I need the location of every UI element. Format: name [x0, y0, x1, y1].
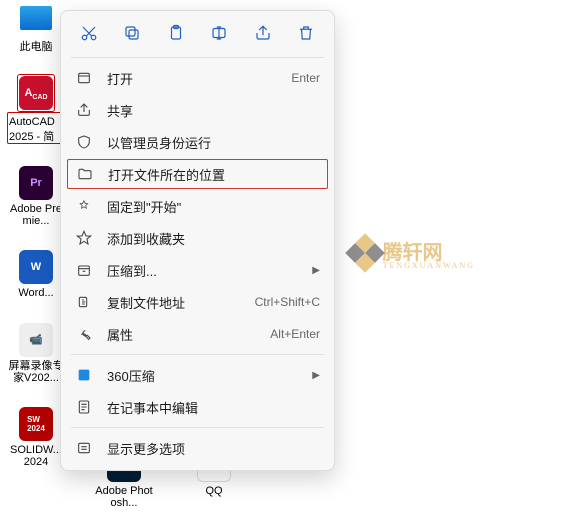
- menu-360-compress[interactable]: 360压缩 ▶: [61, 359, 334, 391]
- menu-label: 共享: [107, 101, 320, 120]
- menu-accel: Enter: [291, 71, 320, 85]
- menu-copy-path[interactable]: 复制文件地址 Ctrl+Shift+C: [61, 286, 334, 318]
- desktop-icon-label: AutoCAD 2025 - 简: [9, 116, 55, 143]
- delete-button[interactable]: [292, 19, 320, 47]
- share-icon: [75, 101, 93, 119]
- menu-compress-to[interactable]: 压缩到... ▶: [61, 254, 334, 286]
- context-menu: 打开 Enter 共享 以管理员身份运行 打开文件所在的位置 固定到"开始" 添…: [60, 10, 335, 471]
- notepad-icon: [75, 398, 93, 416]
- paste-button[interactable]: [162, 19, 190, 47]
- desktop-icon-word[interactable]: W Word...: [8, 249, 64, 299]
- menu-label: 显示更多选项: [107, 439, 320, 458]
- rename-button[interactable]: [205, 19, 233, 47]
- watermark-sub: TENGXUANWANG: [383, 261, 475, 270]
- watermark-name: 腾轩网: [383, 242, 443, 264]
- desktop-icon-label: Adobe Photosh...: [94, 485, 154, 509]
- screen-rec-icon: 📹: [18, 322, 54, 358]
- menu-label: 在记事本中编辑: [107, 398, 320, 417]
- separator: [71, 427, 324, 428]
- menu-add-to-favorites[interactable]: 添加到收藏夹: [61, 222, 334, 254]
- desktop-icon-screenrec[interactable]: 📹 屏幕录像专家V202...: [8, 322, 64, 384]
- menu-label: 复制文件地址: [107, 293, 241, 312]
- menu-show-more-options[interactable]: 显示更多选项: [61, 432, 334, 464]
- menu-label: 360压缩: [107, 366, 298, 385]
- menu-pin-to-start[interactable]: 固定到"开始": [61, 190, 334, 222]
- menu-label: 以管理员身份运行: [107, 133, 320, 152]
- desktop-icon-label: QQ: [205, 485, 222, 497]
- menu-label: 打开文件所在的位置: [108, 165, 319, 184]
- menu-label: 打开: [107, 69, 277, 88]
- menu-open-file-location[interactable]: 打开文件所在的位置: [67, 159, 328, 189]
- menu-label: 添加到收藏夹: [107, 229, 320, 248]
- desktop-icon-label: Adobe Premie...: [8, 203, 64, 227]
- open-icon: [75, 69, 93, 87]
- desktop-icon-label: 屏幕录像专家V202...: [8, 360, 64, 384]
- this-pc-icon: [18, 0, 54, 36]
- chevron-right-icon: ▶: [312, 370, 320, 381]
- archive-icon: [75, 261, 93, 279]
- separator: [71, 57, 324, 58]
- menu-label: 属性: [107, 325, 256, 344]
- 360-icon: [75, 366, 93, 384]
- wrench-icon: [75, 325, 93, 343]
- desktop-icon-premiere[interactable]: Pr Adobe Premie...: [8, 165, 64, 227]
- separator: [71, 354, 324, 355]
- menu-share[interactable]: 共享: [61, 94, 334, 126]
- autocad-icon: ACAD: [18, 75, 54, 111]
- word-icon: W: [18, 249, 54, 285]
- chevron-right-icon: ▶: [312, 265, 320, 276]
- desktop-icon-label: 此电脑: [20, 41, 53, 53]
- context-toolbar: [61, 15, 334, 53]
- menu-properties[interactable]: 属性 Alt+Enter: [61, 318, 334, 350]
- menu-label: 固定到"开始": [107, 197, 320, 216]
- menu-accel: Ctrl+Shift+C: [255, 295, 320, 309]
- premiere-icon: Pr: [18, 165, 54, 201]
- cut-button[interactable]: [75, 19, 103, 47]
- desktop-icon-label: Word...: [18, 287, 53, 299]
- star-icon: [75, 229, 93, 247]
- solidworks-icon: SW2024: [18, 406, 54, 442]
- menu-run-as-admin[interactable]: 以管理员身份运行: [61, 126, 334, 158]
- watermark: 腾轩网 TENGXUANWANG: [351, 236, 475, 270]
- share-button[interactable]: [249, 19, 277, 47]
- menu-open[interactable]: 打开 Enter: [61, 62, 334, 94]
- menu-label: 压缩到...: [107, 261, 298, 280]
- desktop-icon-autocad[interactable]: ACAD AutoCAD 2025 - 简: [8, 75, 64, 143]
- folder-icon: [76, 165, 94, 183]
- desktop-icon-this-pc[interactable]: 此电脑: [8, 0, 64, 53]
- menu-edit-in-notepad[interactable]: 在记事本中编辑: [61, 391, 334, 423]
- copy-path-icon: [75, 293, 93, 311]
- menu-accel: Alt+Enter: [270, 327, 320, 341]
- desktop-icon-column: 此电脑 ACAD AutoCAD 2025 - 简 Pr Adobe Premi…: [8, 0, 64, 468]
- copy-button[interactable]: [118, 19, 146, 47]
- more-icon: [75, 439, 93, 457]
- shield-icon: [75, 133, 93, 151]
- pin-icon: [75, 197, 93, 215]
